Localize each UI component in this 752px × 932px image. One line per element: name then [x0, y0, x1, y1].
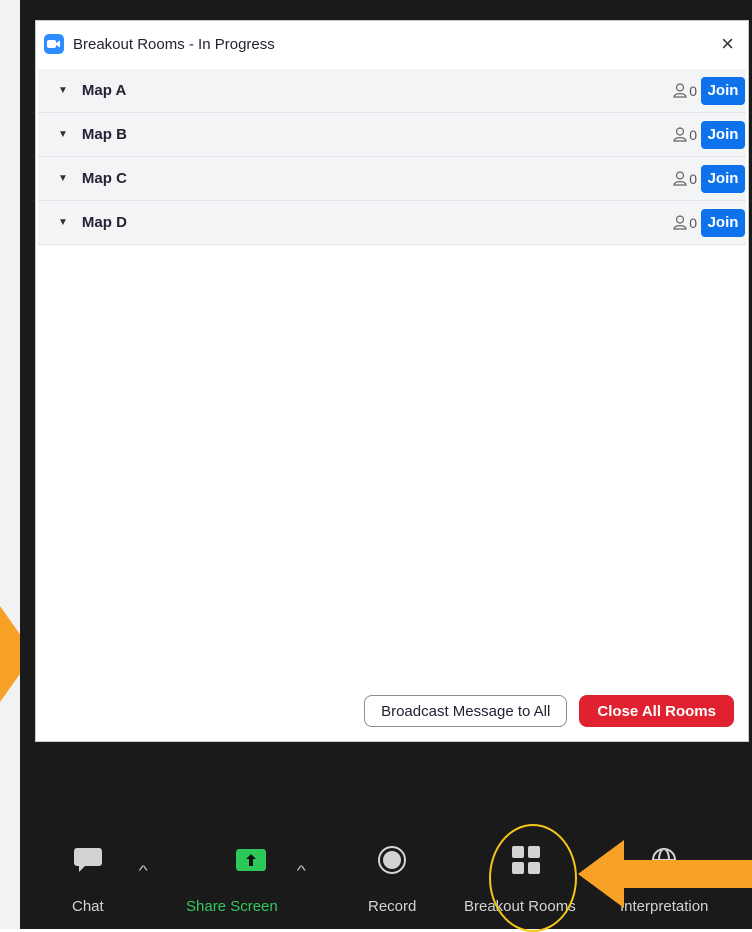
participant-count: 0 — [673, 171, 697, 187]
dialog-titlebar: Breakout Rooms - In Progress × — [36, 21, 748, 67]
caret-down-icon[interactable]: ▼ — [58, 85, 68, 96]
person-icon — [673, 171, 687, 186]
room-row-map-a[interactable]: ▼ Map A 0 Join — [38, 69, 746, 113]
participant-count: 0 — [673, 127, 697, 143]
close-icon[interactable]: × — [717, 33, 738, 55]
caret-down-icon[interactable]: ▼ — [58, 217, 68, 228]
chat-button[interactable]: Chat — [72, 840, 104, 915]
share-screen-icon — [235, 840, 267, 880]
close-all-rooms-button[interactable]: Close All Rooms — [579, 695, 734, 727]
room-name: Map D — [81, 214, 127, 231]
room-row-map-b[interactable]: ▼ Map B 0 Join — [38, 113, 746, 157]
room-name: Map B — [81, 126, 127, 143]
person-icon — [673, 83, 687, 98]
record-label: Record — [368, 898, 417, 915]
zoom-logo-icon — [44, 34, 64, 54]
person-icon — [673, 127, 687, 142]
caret-up-icon[interactable]: ^ — [297, 862, 306, 878]
share-screen-label: Share Screen — [186, 898, 278, 915]
room-count: 0 — [689, 170, 697, 187]
pointer-arrow — [578, 840, 752, 908]
record-button[interactable]: Record — [368, 840, 416, 915]
room-count: 0 — [689, 82, 697, 99]
caret-down-icon[interactable]: ▼ — [58, 173, 68, 184]
chat-label: Chat — [72, 898, 104, 915]
dialog-title: Breakout Rooms - In Progress — [73, 35, 275, 53]
share-screen-button[interactable]: Share Screen — [186, 840, 278, 915]
chat-icon — [73, 840, 103, 880]
left-margin — [0, 0, 21, 929]
room-count: 0 — [689, 126, 697, 143]
join-button-map-c[interactable]: Join — [701, 164, 745, 193]
join-button-map-d[interactable]: Join — [701, 208, 745, 237]
record-icon — [377, 840, 407, 880]
breakout-rooms-dialog: Breakout Rooms - In Progress × ▼ Map A 0… — [35, 20, 749, 742]
room-name: Map A — [81, 82, 127, 99]
room-count: 0 — [689, 214, 697, 231]
room-list: ▼ Map A 0 Join ▼ Map B 0 Join ▼ Map C 0 — [38, 69, 746, 245]
room-name: Map C — [81, 170, 127, 187]
caret-up-icon[interactable]: ^ — [139, 862, 148, 878]
person-icon — [673, 215, 687, 230]
caret-down-icon[interactable]: ▼ — [58, 129, 68, 140]
join-button-map-b[interactable]: Join — [701, 120, 745, 149]
participant-count: 0 — [673, 83, 697, 99]
broadcast-message-button[interactable]: Broadcast Message to All — [364, 695, 568, 727]
room-row-map-c[interactable]: ▼ Map C 0 Join — [38, 157, 746, 201]
highlight-circle — [489, 824, 577, 932]
join-button-map-a[interactable]: Join — [701, 76, 745, 105]
room-row-map-d[interactable]: ▼ Map D 0 Join — [38, 201, 746, 245]
dialog-footer: Broadcast Message to All Close All Rooms — [364, 695, 734, 727]
participant-count: 0 — [673, 215, 697, 231]
